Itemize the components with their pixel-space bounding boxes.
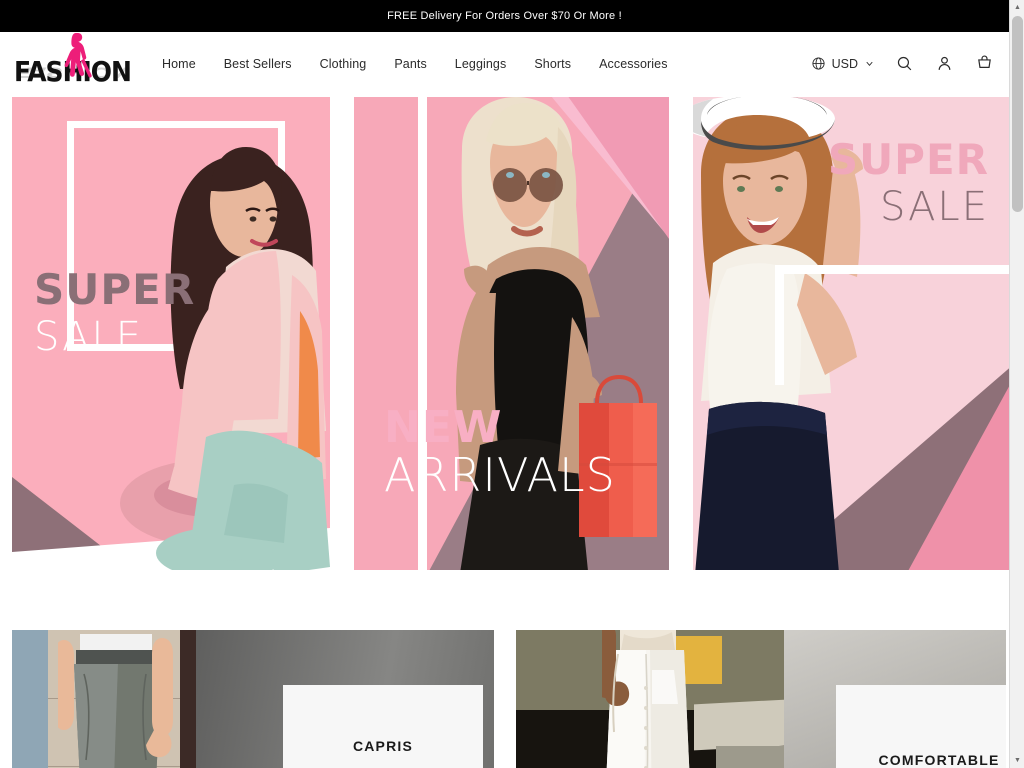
account-icon	[938, 56, 950, 70]
account-button[interactable]	[933, 53, 955, 75]
collection-label-capris: CAPRIS &	[283, 685, 483, 768]
cart-button[interactable]	[973, 53, 995, 75]
scroll-down-arrow[interactable]: ▼	[1010, 753, 1024, 768]
collection-card-comfortable[interactable]: COMFORTABLE	[516, 630, 1006, 768]
main-navigation: Home Best Sellers Clothing Pants Legging…	[148, 49, 682, 79]
site-logo[interactable]: FASHION FASHION	[10, 32, 132, 93]
nav-item-clothing[interactable]: Clothing	[306, 49, 381, 79]
model-white-outfit-image	[602, 630, 690, 768]
collection-card-row: CAPRIS & COMFORTABL	[0, 630, 1009, 768]
nav-item-pants[interactable]: Pants	[380, 49, 440, 79]
header-actions: USD	[811, 53, 995, 75]
hero-headline-secondary: ARRIVALS	[384, 448, 616, 502]
collection-label-line1: CAPRIS	[352, 738, 414, 755]
announcement-bar: FREE Delivery For Orders Over $70 Or Mor…	[0, 0, 1009, 32]
collection-card-capris[interactable]: CAPRIS &	[12, 630, 494, 768]
collection-label-comfortable: COMFORTABLE	[836, 685, 1006, 768]
nav-item-shorts[interactable]: Shorts	[520, 49, 585, 79]
nav-item-leggings[interactable]: Leggings	[441, 49, 521, 79]
currency-selector[interactable]: USD	[811, 56, 875, 71]
search-icon	[897, 56, 911, 71]
hero-headline-secondary: SALE	[34, 314, 144, 360]
site-header: FASHION FASHION Home Best Sellers Clothi…	[0, 32, 1009, 95]
page-scrollbar[interactable]: ▲ ▼	[1009, 0, 1024, 768]
globe-icon	[812, 57, 825, 70]
hero-headline-primary: SUPER	[827, 135, 989, 184]
announcement-text: FREE Delivery For Orders Over $70 Or Mor…	[387, 10, 622, 22]
banner-frame-decoration	[775, 265, 1011, 385]
hero-banner-text: SUPER SALE	[827, 135, 989, 230]
collection-label-line1: COMFORTABLE	[878, 751, 1000, 768]
hero-headline-primary: SUPER	[34, 265, 196, 314]
search-button[interactable]	[893, 53, 915, 75]
card-scene-step	[716, 746, 788, 768]
card-scene-concrete-block	[694, 699, 786, 751]
hero-banner-text: SUPER SALE	[34, 265, 196, 360]
card-scene-wall	[12, 630, 48, 768]
hero-banner-super-sale-left[interactable]: SUPER SALE	[12, 97, 330, 570]
hero-banner-row: SUPER SALE NEW ARRIVALS SUPER SALE	[0, 97, 1011, 570]
chevron-down-icon	[866, 61, 873, 67]
hero-banner-super-sale-right[interactable]: SUPER SALE	[693, 97, 1011, 570]
card-scene-door	[180, 630, 196, 768]
woman-silhouette-icon	[64, 32, 92, 78]
cart-icon	[977, 55, 991, 68]
hero-headline-primary: NEW	[384, 402, 503, 453]
nav-item-accessories[interactable]: Accessories	[585, 49, 681, 79]
currency-value: USD	[831, 56, 858, 71]
model-grey-capris-image	[58, 634, 173, 768]
nav-item-best-sellers[interactable]: Best Sellers	[210, 49, 306, 79]
hero-banner-new-arrivals[interactable]: NEW ARRIVALS	[354, 97, 669, 570]
collection-label-line2: &	[377, 760, 388, 768]
scroll-up-arrow[interactable]: ▲	[1010, 0, 1024, 15]
nav-item-home[interactable]: Home	[148, 49, 210, 79]
hero-banner-text: NEW ARRIVALS	[384, 402, 616, 502]
hero-headline-secondary: SALE	[879, 184, 989, 230]
scrollbar-thumb[interactable]	[1012, 16, 1023, 212]
